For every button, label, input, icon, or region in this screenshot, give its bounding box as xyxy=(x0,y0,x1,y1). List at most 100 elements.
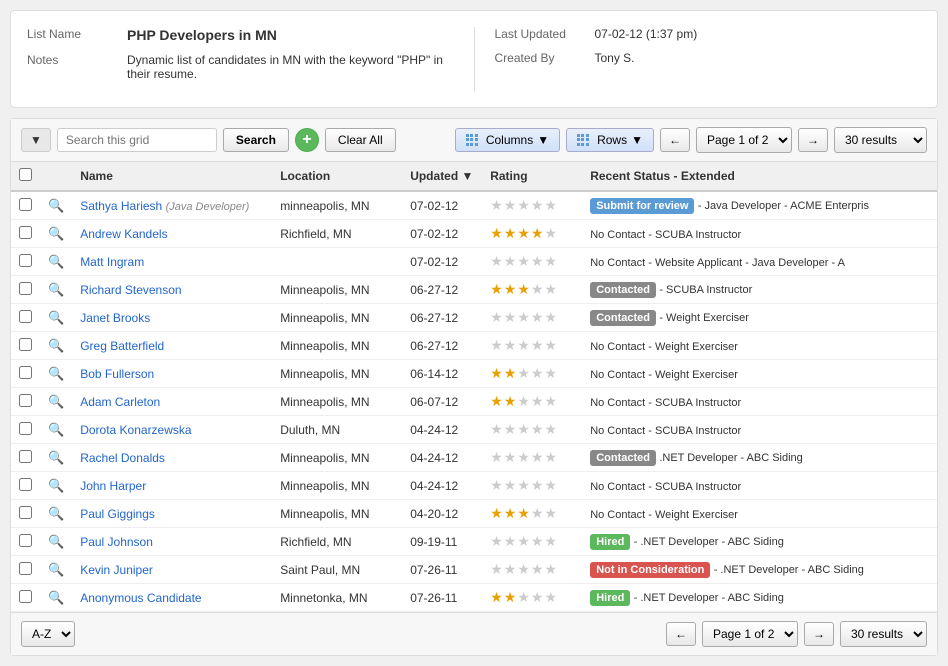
candidate-link[interactable]: Rachel Donalds xyxy=(80,451,165,465)
row-search-icon[interactable]: 🔍 xyxy=(48,506,64,521)
row-search-icon[interactable]: 🔍 xyxy=(48,310,64,325)
row-search-icon[interactable]: 🔍 xyxy=(48,282,64,297)
star-rating[interactable]: ★★★★★ xyxy=(490,449,557,466)
row-checkbox[interactable] xyxy=(19,198,32,211)
row-search-icon[interactable]: 🔍 xyxy=(48,478,64,493)
bottom-page-select[interactable]: Page 1 of 2 Page 2 of 2 xyxy=(702,621,798,647)
star-2: ★ xyxy=(504,337,517,354)
star-rating[interactable]: ★★★★★ xyxy=(490,505,557,522)
row-rating-cell: ★★★★★ xyxy=(482,444,582,472)
row-search-icon[interactable]: 🔍 xyxy=(48,254,64,269)
columns-button[interactable]: Columns ▼ xyxy=(455,128,560,152)
row-checkbox[interactable] xyxy=(19,338,32,351)
row-search-icon[interactable]: 🔍 xyxy=(48,198,64,213)
row-checkbox[interactable] xyxy=(19,534,32,547)
row-checkbox[interactable] xyxy=(19,562,32,575)
row-location: Duluth, MN xyxy=(280,423,340,437)
row-checkbox-cell xyxy=(11,472,40,500)
candidate-link[interactable]: Andrew Kandels xyxy=(80,227,167,241)
row-location-cell: Richfield, MN xyxy=(272,528,402,556)
star-rating[interactable]: ★★★★★ xyxy=(490,309,557,326)
candidate-link[interactable]: Paul Johnson xyxy=(80,535,153,549)
star-rating[interactable]: ★★★★★ xyxy=(490,281,557,298)
row-search-cell: 🔍 xyxy=(40,556,72,584)
page-select[interactable]: Page 1 of 2 Page 2 of 2 xyxy=(696,127,792,153)
clear-button[interactable]: Clear All xyxy=(325,128,396,152)
candidate-link[interactable]: Dorota Konarzewska xyxy=(80,423,191,437)
filter-button[interactable]: ▼ xyxy=(21,128,51,152)
row-checkbox[interactable] xyxy=(19,506,32,519)
row-checkbox[interactable] xyxy=(19,450,32,463)
candidate-link[interactable]: John Harper xyxy=(80,479,146,493)
row-checkbox[interactable] xyxy=(19,394,32,407)
candidate-link[interactable]: Kevin Juniper xyxy=(80,563,153,577)
candidate-link[interactable]: Bob Fullerson xyxy=(80,367,154,381)
sort-select[interactable]: A-Z Z-A xyxy=(21,621,75,647)
search-input[interactable] xyxy=(57,128,217,152)
table-row: 🔍 Rachel Donalds Minneapolis, MN 04-24-1… xyxy=(11,444,937,472)
star-rating[interactable]: ★★★★★ xyxy=(490,225,557,242)
results-select[interactable]: 30 results 50 results 100 results xyxy=(834,127,927,153)
star-rating[interactable]: ★★★★★ xyxy=(490,337,557,354)
row-search-icon[interactable]: 🔍 xyxy=(48,366,64,381)
rows-button[interactable]: Rows ▼ xyxy=(566,128,654,152)
candidate-link[interactable]: Janet Brooks xyxy=(80,311,150,325)
row-search-icon[interactable]: 🔍 xyxy=(48,422,64,437)
row-updated-cell: 07-02-12 xyxy=(402,248,482,276)
row-search-icon[interactable]: 🔍 xyxy=(48,338,64,353)
bottom-results-select[interactable]: 30 results 50 results xyxy=(840,621,927,647)
star-rating[interactable]: ★★★★★ xyxy=(490,393,557,410)
candidate-link[interactable]: Matt Ingram xyxy=(80,255,144,269)
add-button[interactable]: + xyxy=(295,128,319,152)
star-5: ★ xyxy=(544,477,557,494)
star-2: ★ xyxy=(504,589,517,606)
row-checkbox[interactable] xyxy=(19,254,32,267)
star-rating[interactable]: ★★★★★ xyxy=(490,589,557,606)
row-search-icon[interactable]: 🔍 xyxy=(48,562,64,577)
next-page-button[interactable]: → xyxy=(798,128,828,152)
bottom-prev-button[interactable]: ← xyxy=(666,622,696,646)
row-search-icon[interactable]: 🔍 xyxy=(48,226,64,241)
star-rating[interactable]: ★★★★★ xyxy=(490,533,557,550)
row-updated: 04-20-12 xyxy=(410,507,458,521)
star-5: ★ xyxy=(544,337,557,354)
star-rating[interactable]: ★★★★★ xyxy=(490,365,557,382)
table-row: 🔍 John Harper Minneapolis, MN 04-24-12 ★… xyxy=(11,472,937,500)
bottom-next-button[interactable]: → xyxy=(804,622,834,646)
select-all-checkbox[interactable] xyxy=(19,168,32,181)
star-5: ★ xyxy=(544,365,557,382)
row-search-icon[interactable]: 🔍 xyxy=(48,394,64,409)
candidate-link[interactable]: Anonymous Candidate xyxy=(80,591,201,605)
star-rating[interactable]: ★★★★★ xyxy=(490,561,557,578)
row-checkbox[interactable] xyxy=(19,226,32,239)
search-button[interactable]: Search xyxy=(223,128,289,152)
candidate-link[interactable]: Sathya Hariesh xyxy=(80,199,162,213)
row-search-icon[interactable]: 🔍 xyxy=(48,590,64,605)
star-3: ★ xyxy=(517,197,530,214)
row-checkbox[interactable] xyxy=(19,282,32,295)
row-checkbox[interactable] xyxy=(19,478,32,491)
row-checkbox[interactable] xyxy=(19,422,32,435)
candidate-link[interactable]: Paul Giggings xyxy=(80,507,155,521)
table-row: 🔍 Dorota Konarzewska Duluth, MN 04-24-12… xyxy=(11,416,937,444)
header-name[interactable]: Name xyxy=(72,162,272,191)
star-2: ★ xyxy=(504,309,517,326)
candidate-link[interactable]: Adam Carleton xyxy=(80,395,160,409)
row-search-icon[interactable]: 🔍 xyxy=(48,534,64,549)
star-rating[interactable]: ★★★★★ xyxy=(490,477,557,494)
row-search-icon[interactable]: 🔍 xyxy=(48,450,64,465)
star-4: ★ xyxy=(531,225,544,242)
row-checkbox[interactable] xyxy=(19,590,32,603)
candidate-link[interactable]: Greg Batterfield xyxy=(80,339,164,353)
star-rating[interactable]: ★★★★★ xyxy=(490,421,557,438)
star-rating[interactable]: ★★★★★ xyxy=(490,253,557,270)
star-rating[interactable]: ★★★★★ xyxy=(490,197,557,214)
table-row: 🔍 Kevin Juniper Saint Paul, MN 07-26-11 … xyxy=(11,556,937,584)
prev-page-button[interactable]: ← xyxy=(660,128,690,152)
row-checkbox-cell xyxy=(11,444,40,472)
row-status-cell: No Contact - Website Applicant - Java De… xyxy=(582,248,937,276)
row-checkbox[interactable] xyxy=(19,366,32,379)
row-checkbox[interactable] xyxy=(19,310,32,323)
candidate-link[interactable]: Richard Stevenson xyxy=(80,283,181,297)
header-updated[interactable]: Updated ▼ xyxy=(402,162,482,191)
